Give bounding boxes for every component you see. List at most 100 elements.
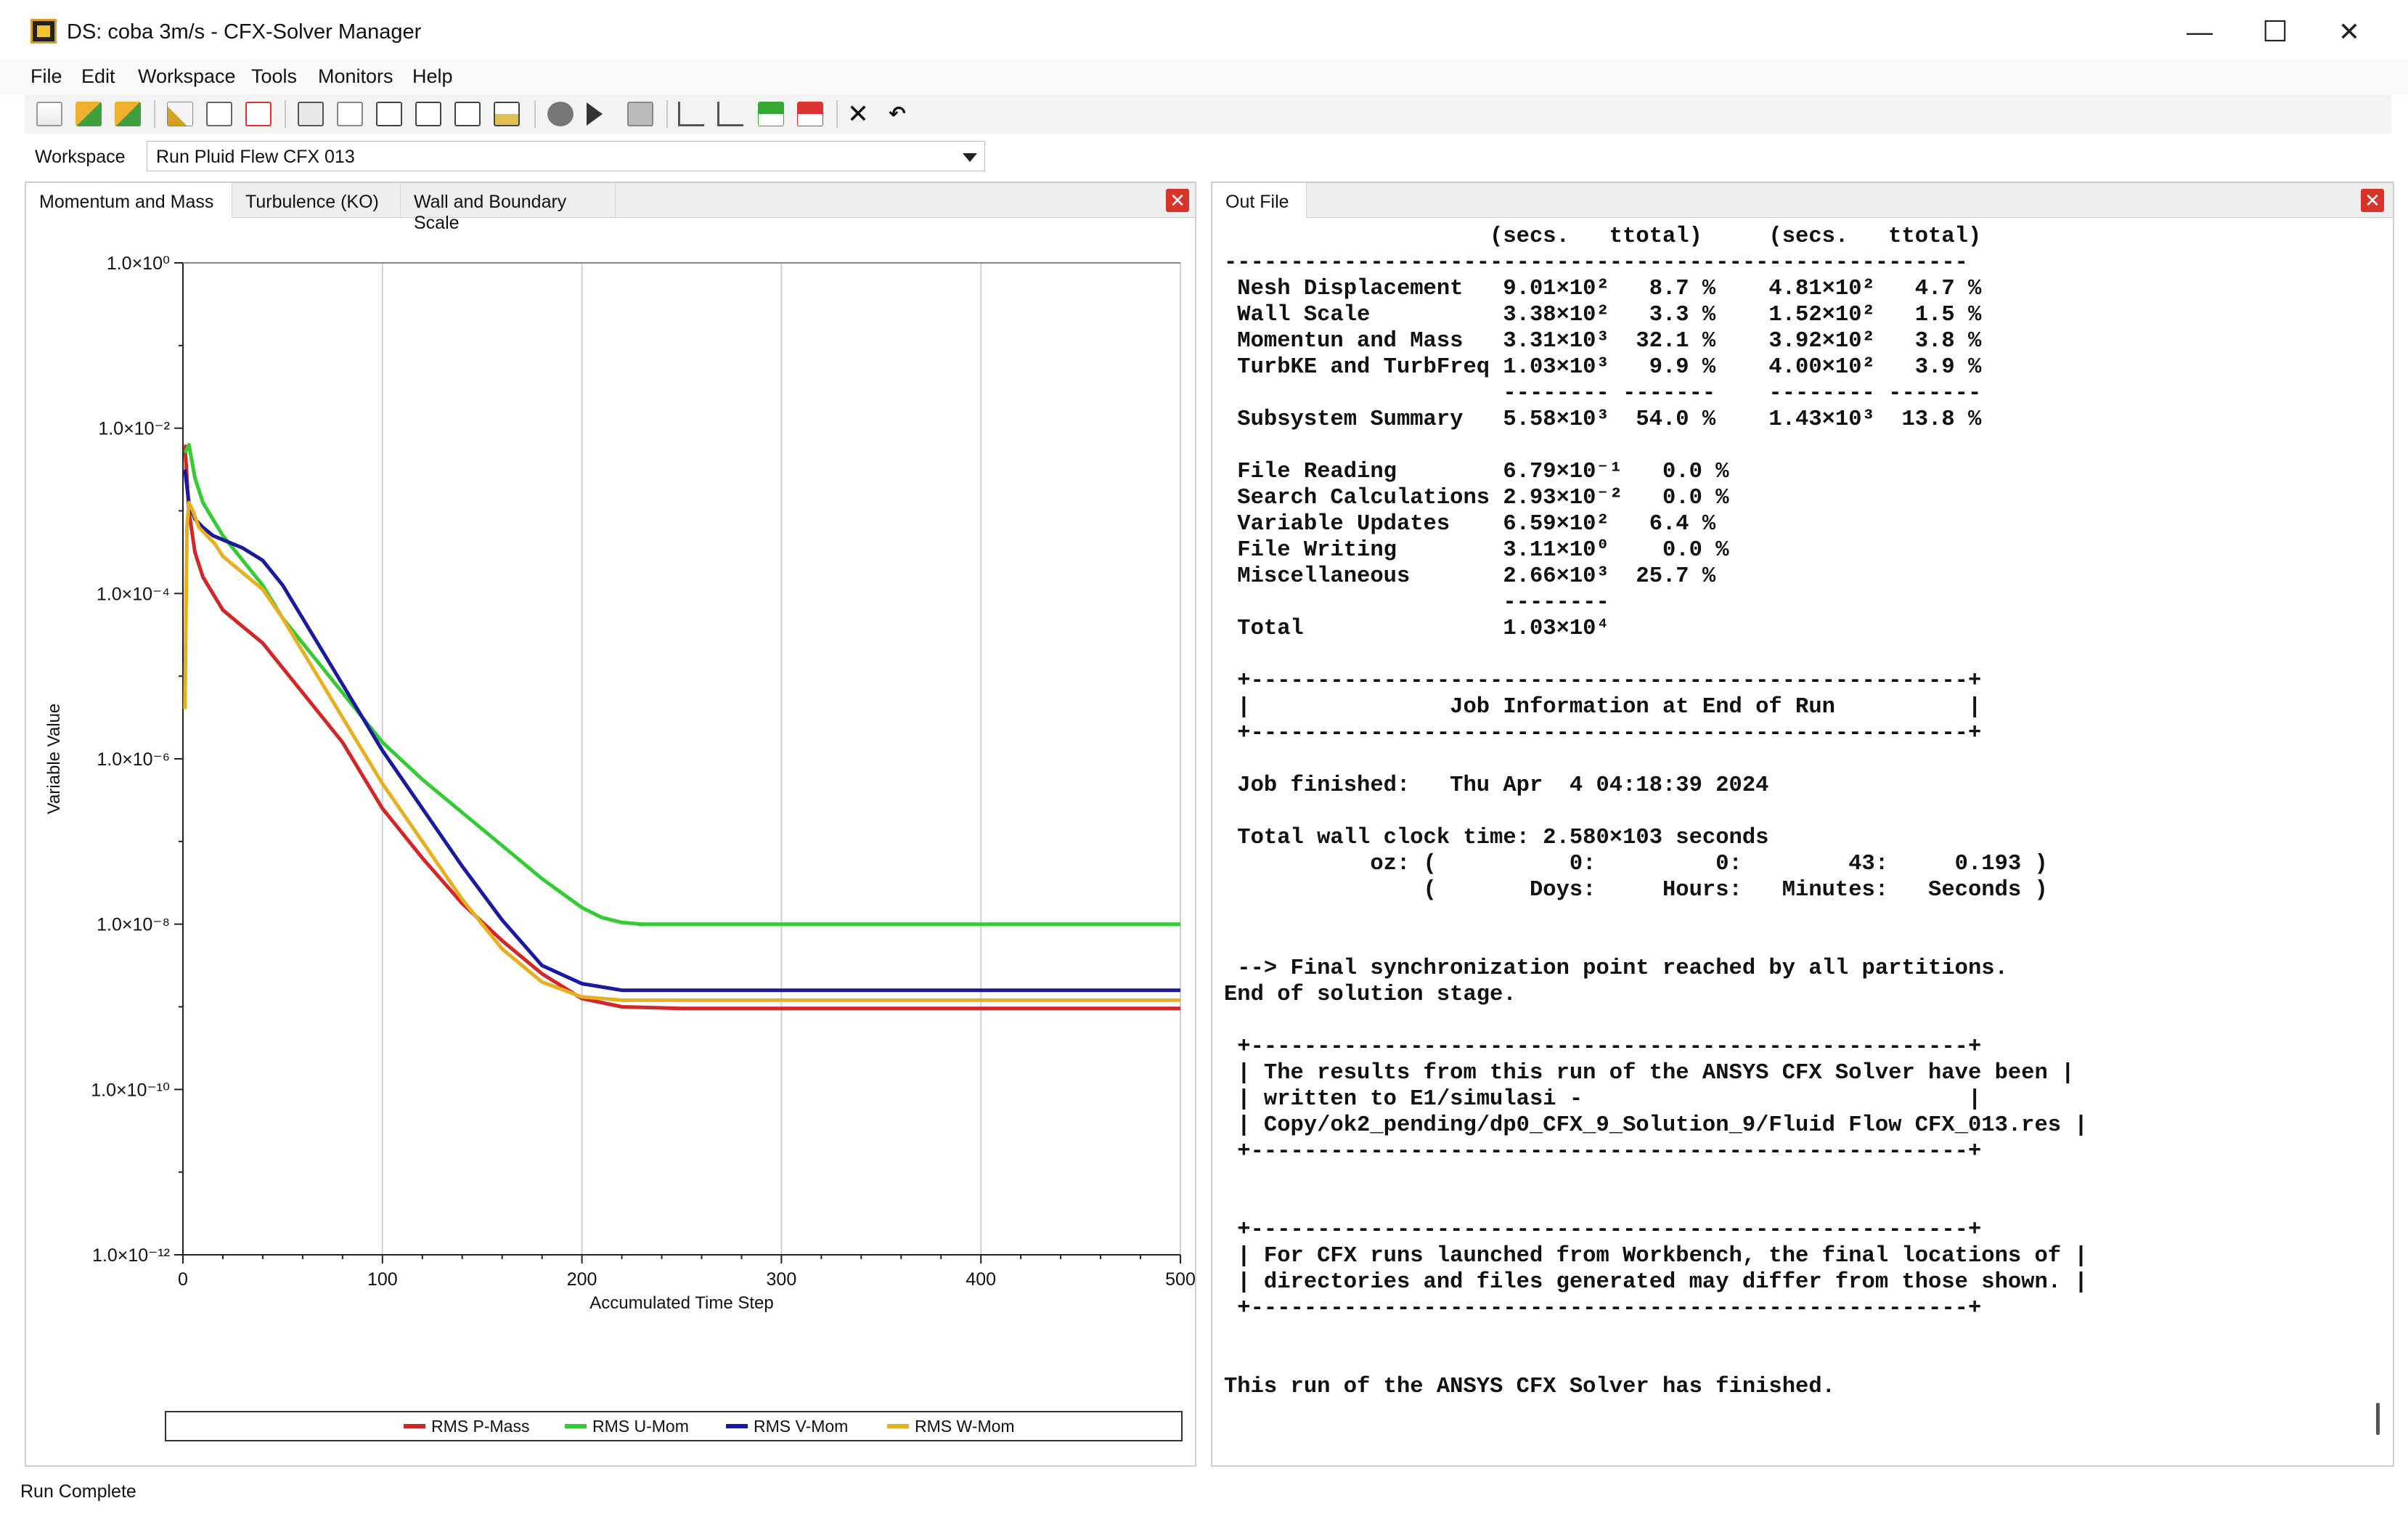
legend-label: RMS V-Mom	[754, 1417, 848, 1436]
y-tick-label: 1.0×10⁻¹⁰	[91, 1080, 170, 1100]
menu-bar: File Edit Workspace Tools Monitors Help	[0, 60, 2408, 94]
define-run-alt-icon[interactable]	[115, 102, 141, 126]
delete-icon[interactable]: ✕	[845, 101, 871, 127]
menu-help[interactable]: Help	[412, 65, 453, 88]
output-line: Total 1.03×10⁴	[1224, 617, 1609, 641]
split-horizontal-icon[interactable]	[454, 102, 481, 126]
tab-out-file[interactable]: Out File	[1212, 183, 1307, 218]
title-bar: DS: coba 3m/s - CFX-Solver Manager — ☐ ✕	[0, 0, 2408, 60]
app-logo-icon	[30, 19, 57, 44]
play-icon[interactable]	[587, 102, 603, 126]
save-icon[interactable]	[627, 102, 653, 126]
output-line: Subsystem Summary 5.58×10³ 54.0 % 1.43×1…	[1224, 407, 1982, 432]
monitor-tabs: Momentum and Mass Turbulence (KO) Wall a…	[26, 183, 1195, 233]
output-line: +---------------------------------------…	[1224, 721, 1982, 746]
status-bar: Run Complete	[0, 1474, 2408, 1530]
new-file-icon[interactable]	[36, 102, 62, 126]
x-tick-label: 200	[567, 1269, 597, 1290]
maximize-button[interactable]: ☐	[2253, 15, 2297, 49]
edit-run-icon[interactable]	[167, 102, 193, 126]
x-tick-label: 500	[1165, 1269, 1195, 1290]
workspace-select[interactable]: Run Pluid Flew CFX 013	[147, 141, 985, 171]
output-line: Miscellaneous 2.66×10³ 25.7 %	[1224, 564, 1716, 589]
output-line: (secs. ttotal) (secs. ttotal)	[1224, 224, 1982, 249]
legend-label: RMS P-Mass	[431, 1417, 529, 1436]
monitor-settings-icon[interactable]	[298, 102, 324, 126]
y-tick-label: 1.0×10⁻⁸	[97, 915, 170, 935]
window-title: DS: coba 3m/s - CFX-Solver Manager	[67, 20, 422, 44]
legend-label: RMS U-Mom	[592, 1417, 689, 1436]
arrange-icon[interactable]	[494, 102, 520, 126]
output-line: --> Final synchronization point reached …	[1224, 956, 2008, 981]
y-tick-label: 1.0×10⁻²	[98, 419, 170, 439]
chart-icon[interactable]	[678, 102, 704, 126]
define-run-icon[interactable]	[75, 102, 102, 126]
workspace-properties-icon[interactable]	[337, 102, 363, 126]
restart-icon[interactable]	[245, 102, 272, 126]
minimize-button[interactable]: —	[2178, 15, 2221, 49]
close-out-file-panel-button[interactable]: ✕	[2361, 189, 2384, 212]
x-axis-label: Accumulated Time Step	[589, 1293, 773, 1313]
output-line: Search Calculations 2.93×10⁻² 0.0 %	[1224, 486, 1729, 510]
convergence-chart: 1.0×10⁰ 1.0×10⁻² 1.0×10⁻⁴ 1.0×10⁻⁶ 1.0×10⁻⁸ 1…	[44, 253, 1195, 1441]
output-line: | Job Information at End of Run |	[1224, 695, 1982, 720]
output-line: +---------------------------------------…	[1224, 1035, 1982, 1059]
monitor-green-icon[interactable]	[758, 102, 784, 126]
y-tick-label: 1.0×10⁻¹²	[92, 1245, 170, 1266]
legend-label: RMS W-Mom	[915, 1417, 1015, 1436]
output-line: Variable Updates 6.59×10² 6.4 %	[1224, 512, 1716, 537]
chart-edit-icon[interactable]	[717, 102, 743, 126]
out-file-tabs: Out File ✕	[1212, 183, 2393, 218]
menu-edit[interactable]: Edit	[81, 65, 115, 88]
output-scrollbar[interactable]	[2376, 1403, 2380, 1435]
output-line: -------- ------- -------- -------	[1224, 381, 1982, 406]
output-line: oz: ( 0: 0: 43: 0.193 )	[1224, 852, 2048, 876]
output-line: Wall Scale 3.38×10² 3.3 % 1.52×10² 1.5 %	[1224, 303, 1982, 327]
x-tick-label: 0	[178, 1269, 188, 1290]
tab-turbulence[interactable]: Turbulence (KO)	[232, 183, 401, 218]
monitor-panel: Momentum and Mass Turbulence (KO) Wall a…	[25, 182, 1196, 1467]
layout-icon[interactable]	[376, 102, 402, 126]
output-line: | For CFX runs launched from Workbench, …	[1224, 1244, 2088, 1269]
out-file-panel: Out File ✕ (secs. ttotal) (secs. ttotal)…	[1211, 182, 2394, 1467]
close-monitor-panel-button[interactable]: ✕	[1166, 189, 1189, 212]
close-window-button[interactable]: ✕	[2327, 15, 2371, 49]
output-line: +---------------------------------------…	[1224, 1296, 1982, 1321]
tab-wall-and-boundary-scale[interactable]: Wall and Boundary Scale	[401, 183, 616, 233]
menu-file[interactable]: File	[30, 65, 62, 88]
workspace-bar: Workspace Run Pluid Flew CFX 013	[25, 138, 985, 174]
y-tick-label: 1.0×10⁻⁴	[97, 584, 170, 604]
menu-workspace[interactable]: Workspace	[138, 65, 236, 88]
solver-output-text: (secs. ttotal) (secs. ttotal) -------- ---…	[1224, 224, 2088, 1400]
stop-run-icon[interactable]	[547, 102, 574, 126]
menu-tools[interactable]: Tools	[251, 65, 297, 88]
toolbar: ✕ ↶	[25, 94, 2391, 134]
output-line: --------	[1224, 590, 1609, 615]
output-line: | Copy/ok2_pending/dp0_CFX_9_Solution_9/…	[1224, 1113, 2088, 1138]
menu-monitors[interactable]: Monitors	[318, 65, 393, 88]
split-vertical-icon[interactable]	[415, 102, 441, 126]
y-tick-label: 1.0×10⁰	[107, 253, 170, 274]
plot-area	[182, 262, 1181, 1256]
output-line: +---------------------------------------…	[1224, 669, 1982, 693]
chevron-down-icon	[963, 153, 977, 162]
output-line: File Reading 6.79×10⁻¹ 0.0 %	[1224, 460, 1729, 484]
chart-grid	[182, 262, 1181, 1256]
undo-icon[interactable]: ↶	[884, 102, 910, 126]
tab-momentum-and-mass[interactable]: Momentum and Mass	[26, 183, 232, 218]
copy-icon[interactable]	[206, 102, 232, 126]
monitor-red-icon[interactable]	[797, 102, 823, 126]
output-line: | directories and files generated may di…	[1224, 1270, 2088, 1295]
output-line: File Writing 3.11×10⁰ 0.0 %	[1224, 538, 1729, 563]
x-tick-label: 400	[966, 1269, 996, 1290]
